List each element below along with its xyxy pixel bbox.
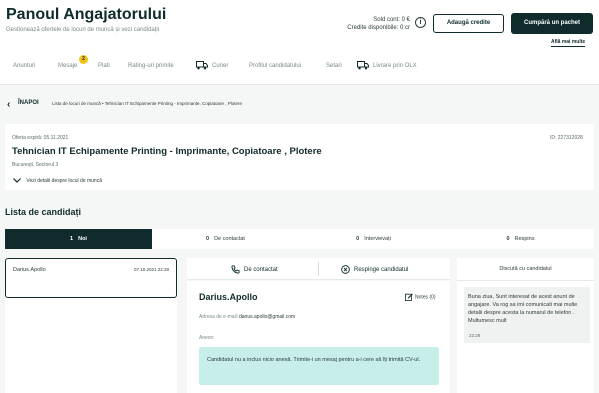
chat-message: Buna ziua, Sunt interesat de acest anunt… bbox=[464, 287, 590, 343]
phone-icon bbox=[231, 265, 240, 274]
nav-item-mesaje[interactable]: Mesaje bbox=[58, 63, 77, 69]
job-title: Tehnician IT Echipamente Printing - Impr… bbox=[12, 146, 322, 157]
candidate-date: 07.10.2021 22:28 bbox=[134, 267, 170, 272]
email-value: darius.apollo@gmail.com bbox=[239, 314, 296, 320]
job-expiry: Oferta expiră: 05.11.2021 bbox=[12, 135, 69, 141]
job-location: București, Sectorul 3 bbox=[12, 162, 59, 168]
nav-item-livrare-olx[interactable]: Livrare prin OLX bbox=[373, 63, 417, 69]
notes-label: Notes (0) bbox=[415, 294, 436, 301]
contact-button[interactable]: De contactat bbox=[231, 265, 278, 274]
tab-noi[interactable]: 1 Noi bbox=[5, 229, 152, 249]
back-button[interactable]: ÎNAPOI bbox=[18, 100, 39, 106]
tab-respins[interactable]: 0 Respins bbox=[447, 229, 594, 249]
nav-item-plati[interactable]: Plati bbox=[98, 63, 110, 69]
add-credits-button[interactable]: Adaugă credite bbox=[433, 14, 504, 33]
candidate-actions: De contactat Respinge candidatul bbox=[187, 258, 450, 280]
email-label: Adresa de e-mail: bbox=[199, 314, 239, 320]
divider bbox=[457, 280, 594, 281]
no-attachment-notice: Candidatul nu a inclus nicio anexă. Trim… bbox=[199, 347, 439, 385]
reject-x-icon bbox=[341, 265, 350, 274]
learn-more-link[interactable]: Află mai multe bbox=[551, 39, 586, 47]
candidate-tabs: 1 Noi 0 De contactat 0 Intervievați 0 Respin… bbox=[5, 229, 594, 249]
job-id: ID: 227312028 bbox=[550, 135, 583, 141]
nav-item-setari[interactable]: Setari bbox=[326, 63, 342, 69]
account-balance: Sold cont: 0 € Credite disponibile: 0 cr bbox=[327, 16, 410, 32]
reject-label: Respinge candidatul bbox=[354, 267, 409, 274]
candidate-detail-name: Darius.Apollo bbox=[199, 292, 258, 302]
divider bbox=[318, 262, 319, 276]
main-nav: Anunturi Mesaje 2 Plati Rating-uri primi… bbox=[0, 52, 599, 85]
credits-label: Credite disponibile: 0 cr bbox=[347, 25, 410, 31]
balance-label: Sold cont: 0 € bbox=[373, 17, 410, 23]
edit-icon bbox=[405, 293, 413, 301]
chevron-down-icon bbox=[13, 178, 21, 184]
back-arrow-icon[interactable]: ‹ bbox=[7, 99, 10, 110]
nav-item-profil[interactable]: Profilul candidatului bbox=[249, 63, 301, 69]
candidates-title: Lista de candidați bbox=[5, 207, 82, 217]
messages-badge: 2 bbox=[79, 55, 88, 64]
job-details-label: Vezi detalii despre locul de muncă bbox=[26, 178, 102, 184]
info-icon[interactable]: i bbox=[415, 17, 426, 28]
nav-item-curier[interactable]: Curier bbox=[212, 63, 228, 69]
nav-item-ratings[interactable]: Rating-uri primite bbox=[128, 63, 174, 69]
breadcrumb: Lista de locuri de muncă • Tehnician IT … bbox=[52, 101, 243, 106]
tab-intervievati[interactable]: 0 Intervievați bbox=[300, 229, 447, 249]
tab-de-contactat[interactable]: 0 De contactat bbox=[152, 229, 299, 249]
notes-button[interactable]: Notes (0) bbox=[405, 293, 436, 301]
chat-title: Discută cu candidatul bbox=[499, 266, 552, 272]
page-title: Panoul Angajatorului bbox=[6, 6, 167, 23]
list-item[interactable] bbox=[5, 258, 177, 298]
nav-item-anunturi[interactable]: Anunturi bbox=[13, 63, 35, 69]
page-subtitle: Gestionează ofertele de locuri de muncă … bbox=[6, 27, 160, 33]
job-details-toggle[interactable]: Vezi detalii despre locul de muncă bbox=[13, 178, 102, 184]
candidate-name: Darius.Apollo bbox=[13, 267, 46, 273]
truck-icon bbox=[357, 61, 369, 70]
buy-package-button[interactable]: Cumpără un pachet bbox=[511, 13, 593, 34]
attachments-label: Anexe: bbox=[199, 335, 215, 341]
truck-icon bbox=[196, 61, 208, 70]
reject-button[interactable]: Respinge candidatul bbox=[341, 265, 408, 274]
contact-label: De contactat bbox=[244, 267, 278, 274]
chat-message-time: 22:28 bbox=[469, 333, 481, 338]
